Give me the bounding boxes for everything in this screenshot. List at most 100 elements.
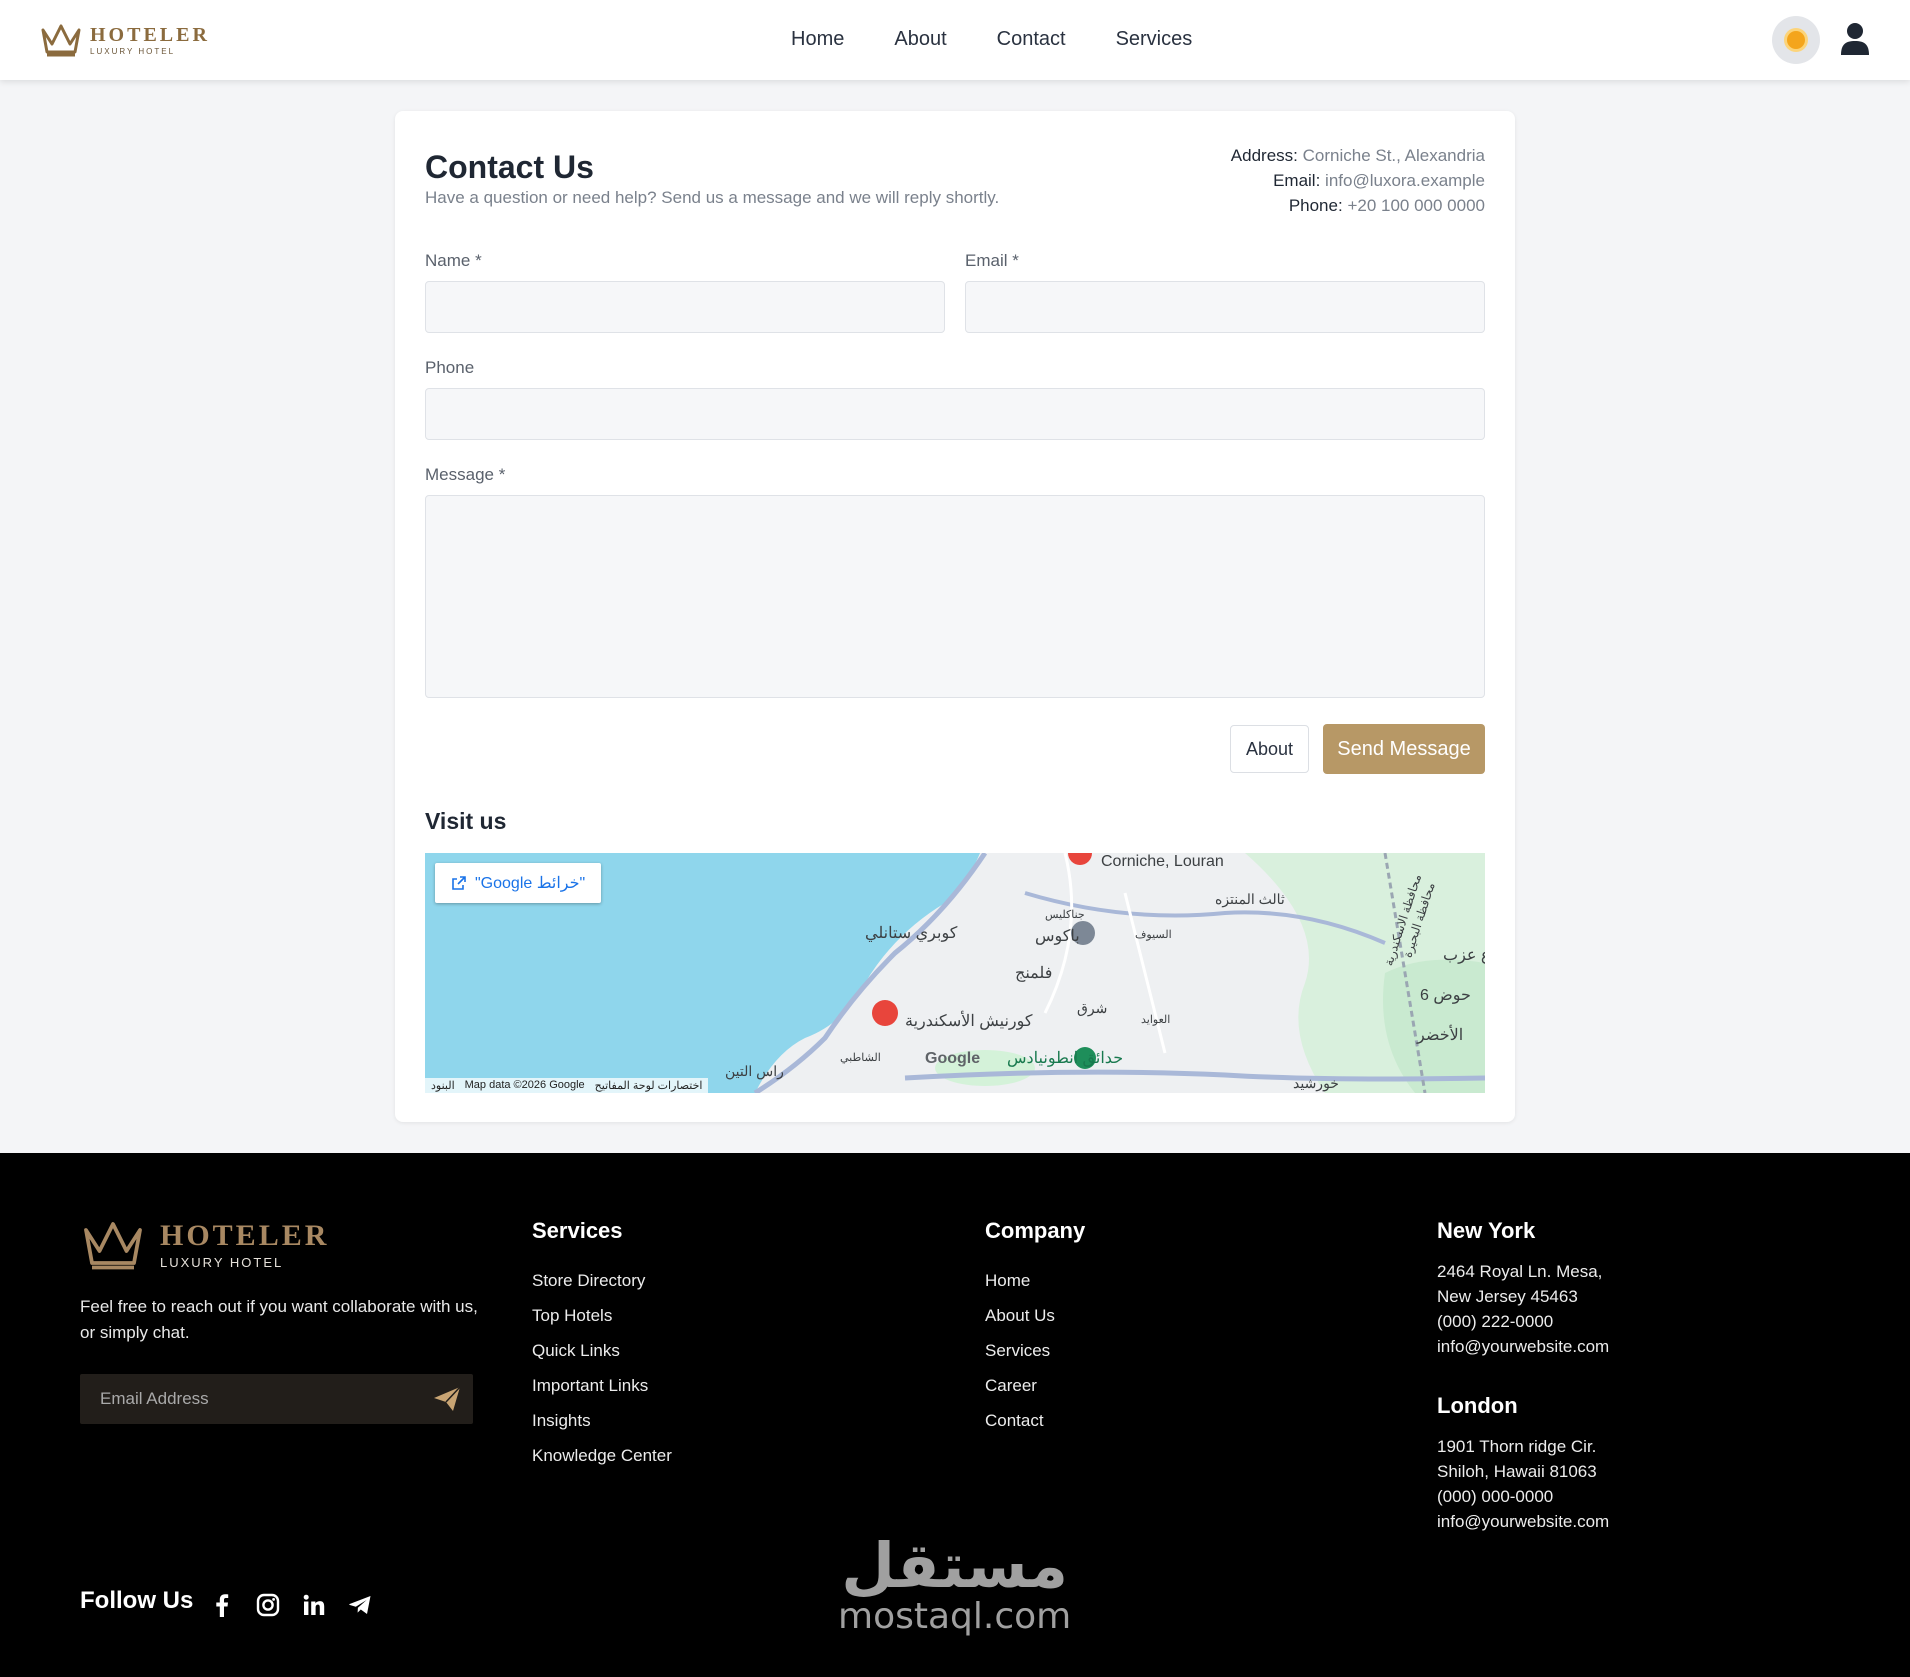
mostaql-watermark: مستقل mostaql.com [838, 1533, 1071, 1635]
email-value: info@luxora.example [1325, 171, 1485, 190]
watermark-latin: mostaql.com [838, 1596, 1072, 1637]
theme-toggle-button[interactable] [1772, 16, 1820, 64]
newsletter-email-input[interactable]: Email Address [80, 1374, 473, 1424]
footer-link[interactable]: Contact [985, 1410, 1055, 1445]
name-input[interactable] [425, 281, 945, 333]
sun-icon [1787, 31, 1805, 49]
embedded-map[interactable]: "Google خرائط" Corniche, Louran ثالث الم… [425, 853, 1485, 1093]
map-terms-link[interactable]: البنود [431, 1079, 455, 1092]
map-attribution: البنود Map data ©2026 Google اختصارات لو… [425, 1078, 709, 1093]
phone-label: Phone: [1288, 196, 1343, 215]
map-label: حدائق انطونيادس [1007, 1050, 1124, 1067]
main-nav: Home About Contact Services [791, 28, 1192, 51]
map-label: الأخضر [1417, 1027, 1464, 1044]
send-paper-plane-icon[interactable] [433, 1386, 461, 1417]
footer-newyork-title: New York [1437, 1218, 1536, 1243]
map-label: كورنيش الأسكندرية [905, 1013, 1033, 1030]
telegram-icon[interactable] [348, 1593, 372, 1617]
london-address: 1901 Thorn ridge Cir. Shiloh, Hawaii 810… [1437, 1434, 1609, 1534]
footer-link[interactable]: Quick Links [532, 1340, 672, 1375]
map-keyboard-shortcuts-link[interactable]: اختصارات لوحة المفاتيح [595, 1079, 703, 1092]
map-label: فلمنج [1015, 965, 1053, 982]
about-button[interactable]: About [1230, 725, 1309, 773]
phone-line: (000) 000-0000 [1437, 1487, 1554, 1506]
map-label: ع عزب [1443, 947, 1485, 964]
map-label: راس التين [725, 1063, 784, 1079]
map-label: السيوف [1135, 929, 1172, 941]
address-label: Address: [1230, 146, 1298, 165]
visit-us-heading: Visit us [425, 808, 507, 834]
email-field[interactable] [965, 281, 1485, 333]
social-links [210, 1593, 372, 1617]
send-message-button[interactable]: Send Message [1323, 724, 1485, 774]
email-line[interactable]: info@yourwebsite.com [1437, 1334, 1609, 1359]
address-line: 2464 Royal Ln. Mesa, [1437, 1262, 1603, 1281]
instagram-icon[interactable] [256, 1593, 280, 1617]
footer-link[interactable]: Insights [532, 1410, 672, 1445]
newsletter-email-placeholder: Email Address [100, 1389, 209, 1408]
phone-field[interactable] [425, 388, 1485, 440]
footer-services-list: Store Directory Top Hotels Quick Links I… [532, 1270, 672, 1480]
map-label: جناكليس [1045, 909, 1085, 921]
email-field-label: Email * [965, 251, 1019, 270]
google-logo: Google [925, 1050, 981, 1067]
footer-link[interactable]: Career [985, 1375, 1055, 1410]
map-label: ثالث المنتزه [1215, 891, 1285, 907]
user-icon[interactable] [1840, 22, 1870, 61]
page-subtitle: Have a question or need help? Send us a … [425, 188, 1000, 207]
nav-services[interactable]: Services [1116, 28, 1193, 51]
newyork-address: 2464 Royal Ln. Mesa, New Jersey 45463 (0… [1437, 1259, 1609, 1359]
open-in-google-maps-label: "Google خرائط" [475, 875, 586, 892]
footer-london-title: London [1437, 1393, 1518, 1418]
footer-link[interactable]: Knowledge Center [532, 1445, 672, 1480]
facebook-icon[interactable] [210, 1593, 234, 1617]
footer-link[interactable]: Important Links [532, 1375, 672, 1410]
nav-home[interactable]: Home [791, 28, 844, 51]
address-line: Shiloh, Hawaii 81063 [1437, 1462, 1597, 1481]
address-value: Corniche St., Alexandria [1302, 146, 1485, 165]
map-data-credit: Map data ©2026 Google [464, 1079, 585, 1091]
crown-logo-icon [40, 22, 82, 58]
site-header: HOTELER LUXURY HOTEL Home About Contact … [0, 0, 1910, 80]
phone-value: +20 100 000 0000 [1347, 196, 1485, 215]
footer-description: Feel free to reach out if you want colla… [80, 1297, 478, 1342]
email-label: Email: [1273, 171, 1321, 190]
message-textarea[interactable] [425, 495, 1485, 698]
email-line[interactable]: info@yourwebsite.com [1437, 1509, 1609, 1534]
footer-company-title: Company [985, 1218, 1086, 1243]
header-logo[interactable]: HOTELER LUXURY HOTEL [40, 22, 210, 58]
map-label: باكوس [1035, 928, 1080, 945]
nav-contact[interactable]: Contact [997, 28, 1066, 51]
map-label: كوبري ستانلي [865, 925, 958, 942]
contact-info: Address: Corniche St., Alexandria Email:… [1231, 143, 1485, 218]
footer-link[interactable]: Home [985, 1270, 1055, 1305]
map-label: Corniche, Louran [1101, 853, 1224, 870]
footer-brand-tagline: LUXURY HOTEL [160, 1255, 284, 1270]
address-line: 1901 Thorn ridge Cir. [1437, 1437, 1597, 1456]
map-label: شرق [1077, 1000, 1108, 1016]
linkedin-icon[interactable] [302, 1593, 326, 1617]
address-line: New Jersey 45463 [1437, 1287, 1578, 1306]
footer-link[interactable]: Top Hotels [532, 1305, 672, 1340]
watermark-arabic: مستقل [841, 1529, 1068, 1602]
open-in-google-maps-button[interactable]: "Google خرائط" [435, 863, 602, 903]
footer-logo[interactable]: HOTELER LUXURY HOTEL [80, 1218, 329, 1272]
contact-card: Contact Us Have a question or need help?… [395, 111, 1515, 1122]
external-link-icon [452, 876, 466, 890]
footer-link[interactable]: Services [985, 1340, 1055, 1375]
footer-link[interactable]: About Us [985, 1305, 1055, 1340]
follow-us-title: Follow Us [80, 1587, 194, 1614]
footer-services-title: Services [532, 1218, 623, 1243]
header-brand-tagline: LUXURY HOTEL [90, 46, 176, 56]
name-label: Name * [425, 251, 482, 270]
nav-about[interactable]: About [894, 28, 946, 51]
footer-link[interactable]: Store Directory [532, 1270, 672, 1305]
phone-line: (000) 222-0000 [1437, 1312, 1554, 1331]
header-brand-name: HOTELER [90, 23, 210, 46]
site-footer: HOTELER LUXURY HOTEL Feel free to reach … [0, 1153, 1910, 1677]
page-title: Contact Us [425, 149, 594, 185]
map-label: العوايد [1141, 1014, 1171, 1026]
footer-brand-name: HOTELER [160, 1219, 330, 1252]
map-label: خورشيد [1293, 1075, 1339, 1091]
message-label: Message * [425, 465, 506, 484]
